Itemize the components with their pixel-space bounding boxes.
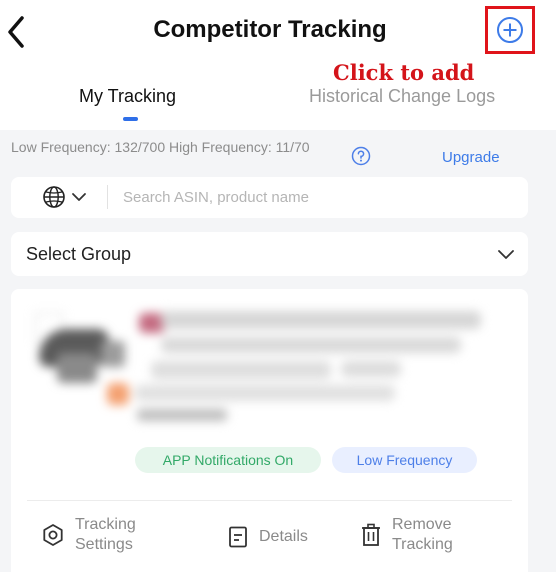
tracking-settings-button[interactable]: Tracking Settings bbox=[41, 515, 155, 555]
plus-circle-icon bbox=[497, 17, 523, 43]
app-notifications-badge: APP Notifications On bbox=[135, 447, 321, 473]
details-button[interactable]: Details bbox=[228, 526, 308, 548]
card-divider bbox=[27, 500, 512, 501]
active-tab-indicator bbox=[123, 117, 138, 121]
chevron-down-icon bbox=[497, 247, 515, 266]
tracked-product-card[interactable]: APP Notifications On Low Frequency Track… bbox=[11, 289, 528, 572]
tracking-settings-label: Tracking Settings bbox=[75, 516, 136, 553]
frequency-badge: Low Frequency bbox=[332, 447, 477, 473]
annotation-label: Click to add bbox=[333, 60, 475, 85]
settings-hexagon-icon bbox=[43, 524, 63, 546]
search-input[interactable] bbox=[115, 183, 515, 212]
group-select-label: Select Group bbox=[26, 244, 132, 264]
search-bar bbox=[11, 177, 528, 218]
trash-icon bbox=[362, 523, 380, 546]
remove-tracking-button[interactable]: Remove Tracking bbox=[360, 515, 472, 555]
page-title: Competitor Tracking bbox=[153, 16, 387, 43]
chevron-down-icon[interactable] bbox=[71, 190, 87, 208]
details-label: Details bbox=[259, 528, 308, 545]
help-circle-icon[interactable] bbox=[351, 146, 371, 171]
tab-historical-change-logs[interactable]: Historical Change Logs bbox=[309, 86, 495, 107]
search-divider bbox=[107, 185, 108, 209]
remove-tracking-label: Remove Tracking bbox=[392, 516, 453, 553]
header: Competitor Tracking Click to add My Trac… bbox=[0, 0, 556, 130]
blurred-product-info bbox=[11, 289, 528, 429]
document-icon bbox=[229, 526, 247, 548]
add-button[interactable] bbox=[485, 6, 535, 54]
tab-my-tracking[interactable]: My Tracking bbox=[79, 86, 176, 107]
globe-icon[interactable] bbox=[42, 185, 66, 214]
frequency-usage-text: Low Frequency: 132/700 High Frequency: 1… bbox=[11, 139, 310, 155]
group-select-dropdown[interactable]: Select Group bbox=[11, 232, 528, 276]
upgrade-link[interactable]: Upgrade bbox=[442, 149, 500, 166]
